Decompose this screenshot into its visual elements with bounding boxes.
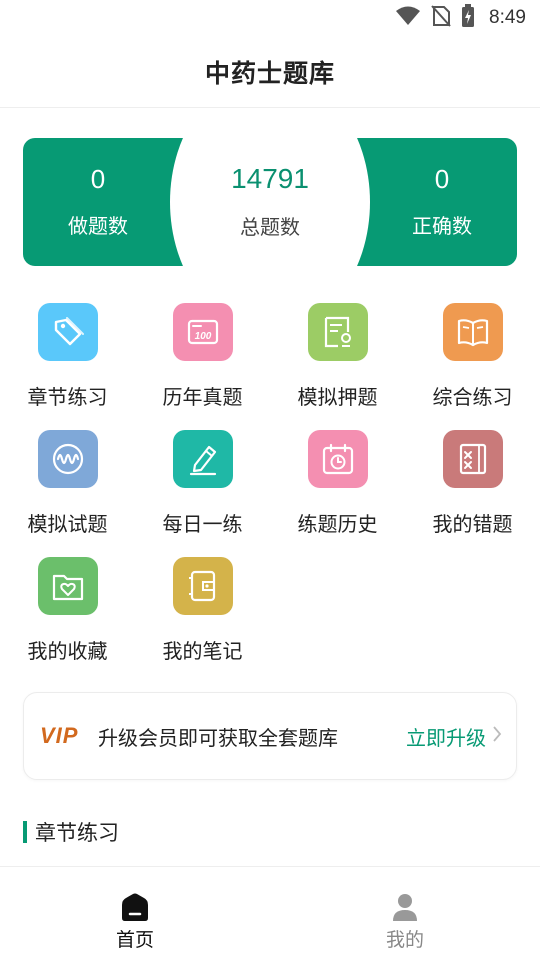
menu-item-label: 练题历史 [297,512,378,536]
wifi-icon [395,6,421,30]
menu-item-label: 模拟押题 [297,385,378,409]
stat-answered[interactable]: 0 做题数 [23,138,173,266]
vip-logo: VIP [40,723,79,748]
score-100-icon: 100 [172,303,233,361]
tab-profile-label: 我的 [385,929,424,951]
pencil-icon [172,430,233,488]
menu-item-label: 我的收藏 [27,639,108,663]
svg-text:100: 100 [194,331,211,342]
wallet-note-icon [172,557,233,615]
menu-item-chapter-practice[interactable]: 章节练习 [0,303,135,430]
certificate-icon [307,303,368,361]
feature-grid: 章节练习 100 历年真题 模拟押题 综合练习 模拟试题 每日一练 练题历史 我… [0,303,540,684]
menu-item-label: 章节练习 [27,385,108,409]
tab-home[interactable]: 首页 [75,867,195,960]
menu-item-label: 综合练习 [432,385,513,409]
stat-correct-label: 正确数 [412,213,472,238]
vip-promo-text: 升级会员即可获取全套题库 [98,725,338,750]
menu-item-notes[interactable]: 我的笔记 [135,557,270,684]
chevron-right-icon [492,725,502,747]
stat-correct[interactable]: 0 正确数 [367,138,517,266]
menu-item-practice-history[interactable]: 练题历史 [270,430,405,557]
menu-item-mock-test[interactable]: 模拟试题 [0,430,135,557]
menu-item-mock-predict[interactable]: 模拟押题 [270,303,405,430]
page-title: 中药士题库 [204,58,335,88]
status-time: 8:49 [489,7,526,28]
stat-total-label: 总题数 [240,214,300,239]
section-header: 章节练习 [23,818,119,846]
no-sim-icon [431,5,451,31]
stat-total-value: 14791 [231,162,309,194]
upgrade-now-link[interactable]: 立即升级 [406,722,486,751]
stat-total[interactable]: 14791 总题数 [170,138,370,266]
battery-charging-icon [461,4,475,32]
tab-home-label: 首页 [115,929,154,951]
wave-circle-icon [37,430,98,488]
app-header: 中药士题库 [0,36,540,108]
calendar-history-icon [307,430,368,488]
home-icon [122,893,148,921]
menu-item-label: 每日一练 [162,512,243,536]
section-accent-bar [23,821,27,843]
menu-item-comprehensive[interactable]: 综合练习 [405,303,540,430]
menu-item-label: 历年真题 [162,385,243,409]
menu-item-wrong-questions[interactable]: 我的错题 [405,430,540,557]
menu-item-label: 模拟试题 [27,512,108,536]
stats-card: 0 做题数 14791 总题数 0 正确数 [23,138,517,266]
tab-profile[interactable]: 我的 [345,867,465,960]
tag-icon [37,303,98,361]
menu-item-past-exams[interactable]: 100 历年真题 [135,303,270,430]
menu-item-favorites[interactable]: 我的收藏 [0,557,135,684]
vip-upgrade-banner[interactable]: VIP 升级会员即可获取全套题库 立即升级 [23,692,517,780]
menu-item-label: 我的笔记 [162,639,243,663]
menu-item-daily-practice[interactable]: 每日一练 [135,430,270,557]
stat-correct-value: 0 [434,163,450,194]
stat-answered-value: 0 [90,163,106,194]
person-icon [393,894,417,921]
open-book-icon [442,303,503,361]
heart-folder-icon [37,557,98,615]
stat-answered-label: 做题数 [68,213,128,238]
menu-item-label: 我的错题 [432,512,513,536]
wrong-notebook-icon [442,430,503,488]
status-bar: 8:49 [0,0,540,36]
section-title: 章节练习 [35,821,119,845]
bottom-tab-bar: 首页 我的 [0,866,540,960]
